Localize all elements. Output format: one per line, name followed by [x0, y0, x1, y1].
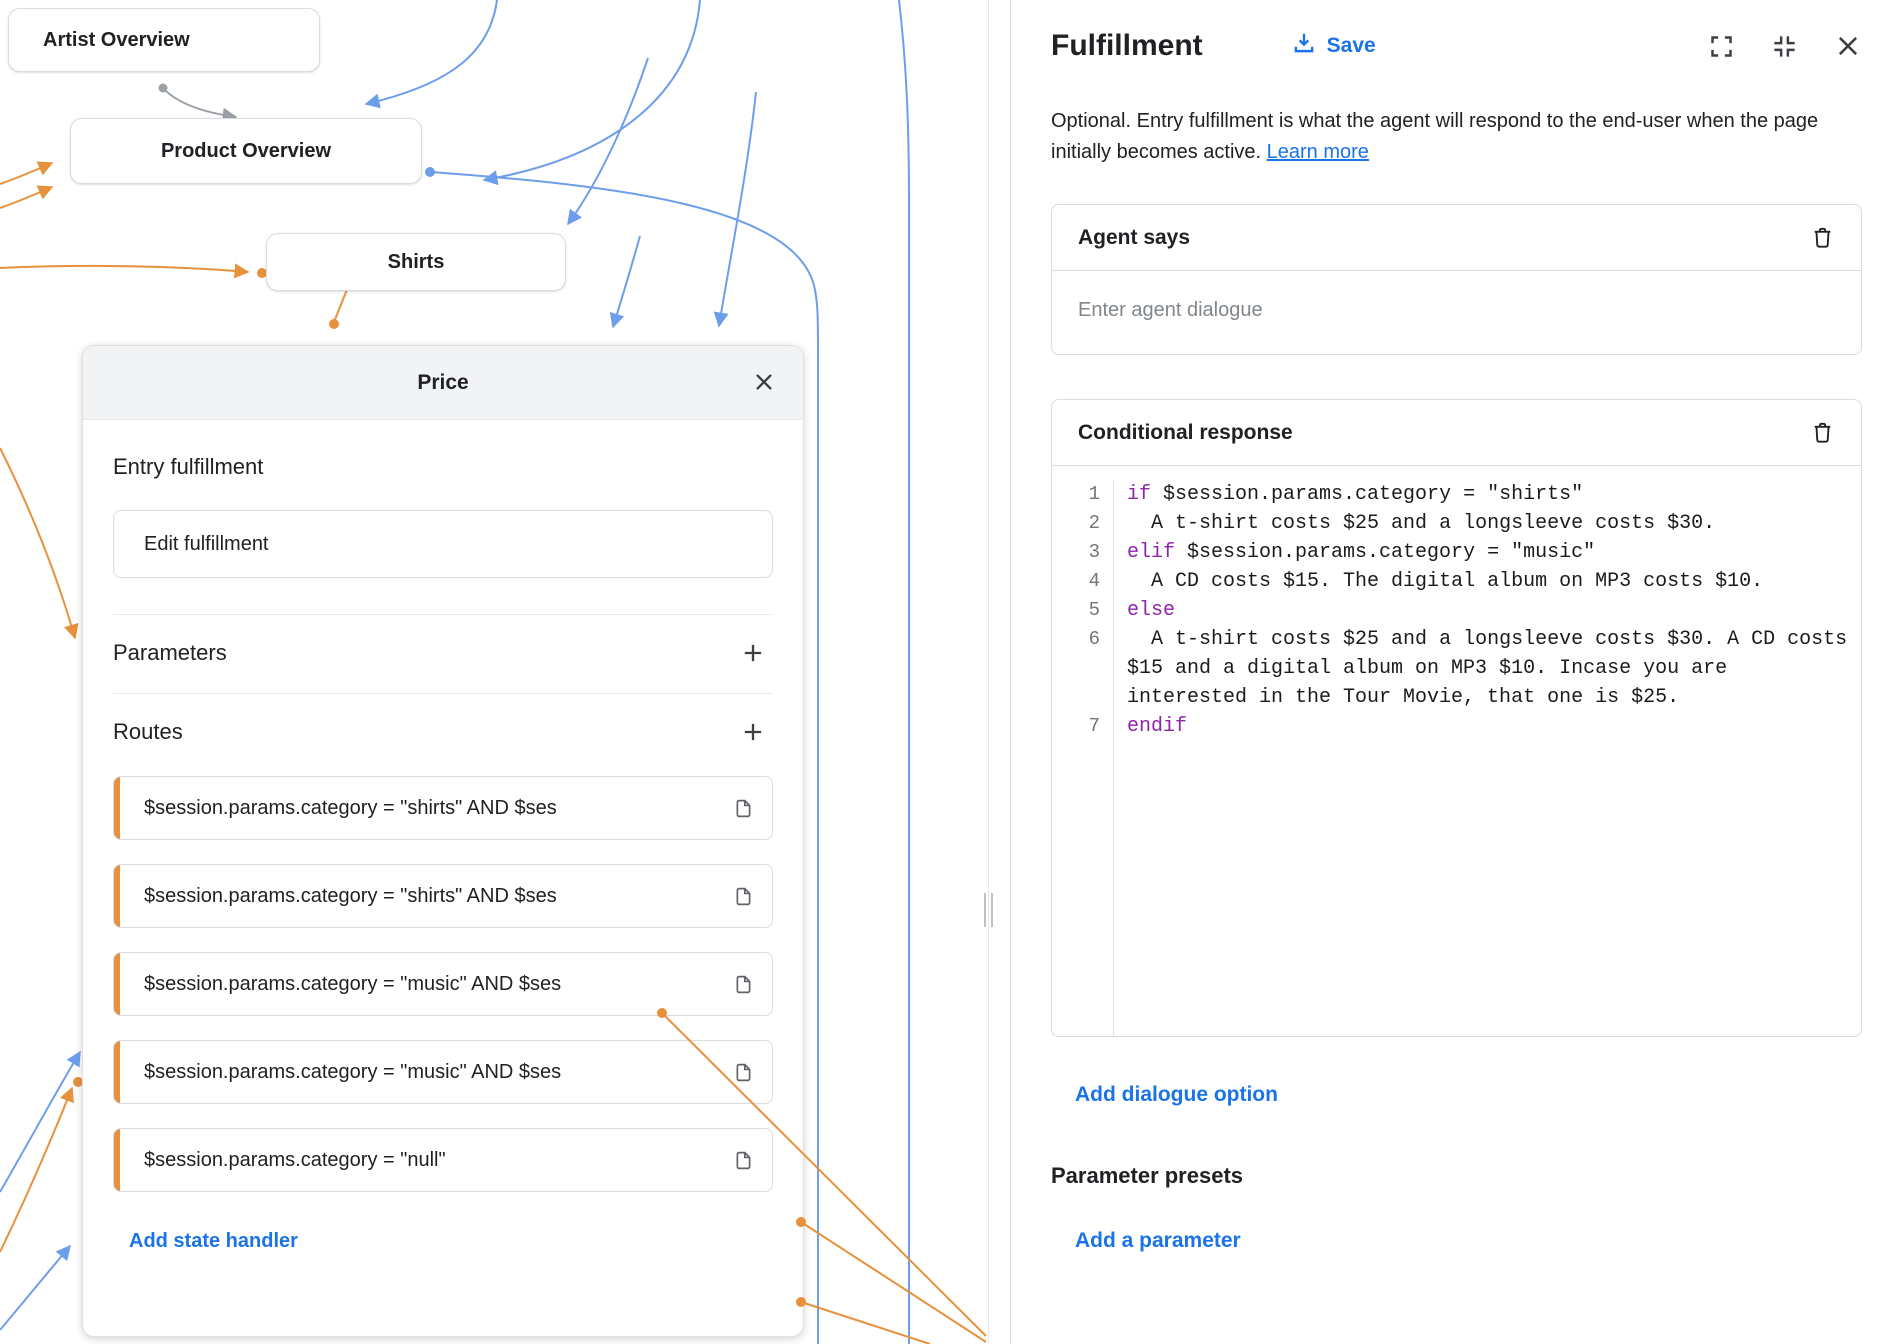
agent-says-card: Agent says Enter agent dialogue [1051, 204, 1862, 355]
code-editor-empty-area[interactable] [1052, 741, 1853, 1036]
flow-canvas[interactable]: Artist Overview Product Overview Shirts … [0, 0, 988, 1344]
code-line: 2 A t-shirt costs $25 and a longsleeve c… [1052, 509, 1853, 538]
add-a-parameter-link[interactable]: Add a parameter [1075, 1229, 1241, 1253]
open-route-icon[interactable] [725, 974, 772, 995]
agent-says-title: Agent says [1078, 226, 1190, 250]
close-price-card-icon[interactable] [751, 369, 777, 395]
delete-conditional-response-icon[interactable] [1810, 420, 1835, 445]
code-line: 5else [1052, 596, 1853, 625]
route-condition-text: $session.params.category = "shirts" AND … [120, 885, 725, 908]
code-line: 4 A CD costs $15. The digital album on M… [1052, 567, 1853, 596]
open-route-icon[interactable] [725, 798, 772, 819]
delete-agent-says-icon[interactable] [1810, 225, 1835, 250]
node-product-overview[interactable]: Product Overview [70, 118, 422, 184]
code-line: 7endif [1052, 712, 1853, 741]
route-condition-item[interactable]: $session.params.category = "shirts" AND … [113, 776, 773, 840]
route-condition-text: $session.params.category = "music" AND $… [120, 973, 725, 996]
open-route-icon[interactable] [725, 1062, 772, 1083]
save-label: Save [1327, 34, 1376, 58]
route-condition-text: $session.params.category = "music" AND $… [120, 1061, 725, 1084]
expand-panel-icon[interactable] [1708, 33, 1735, 60]
dialogflow-page-editor: Artist Overview Product Overview Shirts … [0, 0, 1898, 1344]
node-artist-overview[interactable]: Artist Overview [8, 8, 320, 72]
panel-description: Optional. Entry fulfillment is what the … [1051, 106, 1862, 168]
route-condition-item[interactable]: $session.params.category = "null" [113, 1128, 773, 1192]
edit-fulfillment-button[interactable]: Edit fulfillment [113, 510, 773, 578]
node-shirts[interactable]: Shirts [266, 233, 566, 291]
route-condition-item[interactable]: $session.params.category = "music" AND $… [113, 1040, 773, 1104]
parameters-heading: Parameters [113, 640, 227, 666]
route-condition-text: $session.params.category = "null" [120, 1149, 725, 1172]
price-card-title: Price [417, 371, 468, 395]
code-line: 3elif $session.params.category = "music" [1052, 538, 1853, 567]
code-line: 6 A t-shirt costs $25 and a longsleeve c… [1052, 625, 1853, 712]
add-state-handler-link[interactable]: Add state handler [129, 1230, 298, 1253]
add-parameter-plus-icon[interactable] [739, 639, 767, 667]
panel-resizer[interactable] [988, 0, 1010, 1344]
code-line: 1if $session.params.category = "shirts" [1052, 480, 1853, 509]
add-dialogue-option-link[interactable]: Add dialogue option [1075, 1083, 1278, 1107]
routes-heading: Routes [113, 719, 183, 745]
route-condition-item[interactable]: $session.params.category = "shirts" AND … [113, 864, 773, 928]
conditional-response-card: Conditional response 1if $session.params… [1051, 399, 1862, 1037]
fulfillment-panel: Fulfillment Save [1010, 0, 1898, 1344]
edit-fulfillment-label: Edit fulfillment [144, 533, 269, 556]
route-condition-item[interactable]: $session.params.category = "music" AND $… [113, 952, 773, 1016]
route-condition-text: $session.params.category = "shirts" AND … [120, 797, 725, 820]
price-card-header: Price [83, 346, 803, 420]
save-button[interactable]: Save [1291, 30, 1376, 62]
node-label: Product Overview [161, 140, 331, 163]
description-text: Optional. Entry fulfillment is what the … [1051, 110, 1818, 163]
learn-more-link[interactable]: Learn more [1267, 141, 1369, 163]
collapse-panel-icon[interactable] [1771, 33, 1798, 60]
agent-dialogue-input[interactable]: Enter agent dialogue [1052, 271, 1861, 354]
node-label: Artist Overview [43, 29, 190, 52]
code-editor[interactable]: 1if $session.params.category = "shirts"2… [1052, 466, 1861, 1036]
open-route-icon[interactable] [725, 1150, 772, 1171]
save-icon [1291, 30, 1317, 62]
close-panel-icon[interactable] [1834, 32, 1862, 60]
routes-list: $session.params.category = "shirts" AND … [113, 776, 773, 1192]
add-route-plus-icon[interactable] [739, 718, 767, 746]
parameter-presets-heading: Parameter presets [1051, 1163, 1862, 1189]
open-route-icon[interactable] [725, 886, 772, 907]
price-page-card: Price Entry fulfillment Edit fulfillment… [82, 345, 804, 1337]
panel-title: Fulfillment [1051, 29, 1203, 63]
node-label: Shirts [388, 251, 445, 274]
conditional-response-title: Conditional response [1078, 421, 1293, 445]
entry-fulfillment-heading: Entry fulfillment [113, 454, 773, 480]
